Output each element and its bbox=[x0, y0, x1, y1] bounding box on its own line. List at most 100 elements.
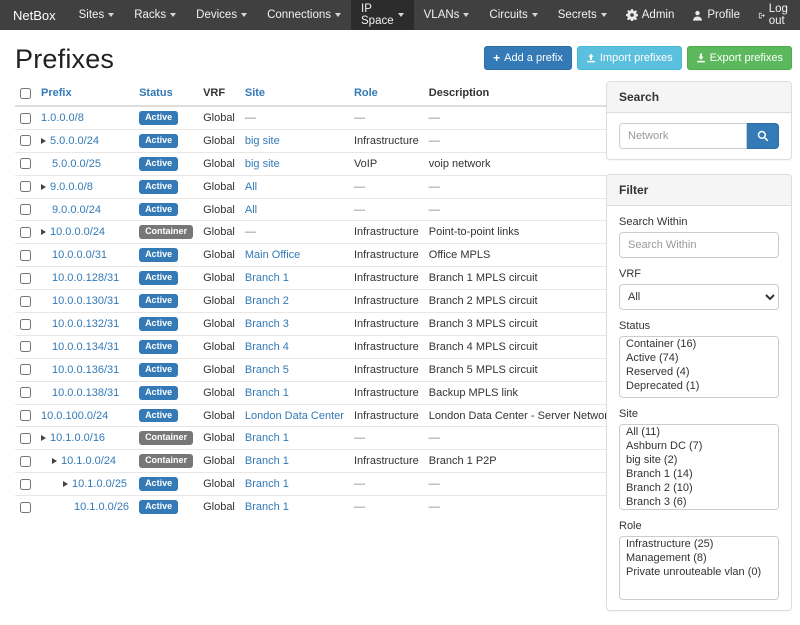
prefix-link[interactable]: 9.0.0.0/8 bbox=[50, 181, 93, 193]
listbox-option[interactable]: Infrastructure (25) bbox=[620, 537, 778, 551]
site-link[interactable]: Branch 4 bbox=[245, 341, 289, 353]
prefix-link[interactable]: 10.0.0.132/31 bbox=[52, 318, 119, 330]
nav-item-connections[interactable]: Connections bbox=[257, 0, 351, 30]
prefix-link[interactable]: 1.0.0.0/8 bbox=[41, 112, 84, 124]
site-link[interactable]: Branch 1 bbox=[245, 272, 289, 284]
site-link[interactable]: Branch 2 bbox=[245, 295, 289, 307]
site-listbox[interactable]: All (11)Ashburn DC (7)big site (2)Branch… bbox=[619, 424, 779, 510]
row-checkbox[interactable] bbox=[20, 227, 31, 238]
listbox-option[interactable]: Branch 2 (10) bbox=[620, 481, 778, 495]
site-link[interactable]: Branch 5 bbox=[245, 364, 289, 376]
row-checkbox[interactable] bbox=[20, 158, 31, 169]
prefix-link[interactable]: 10.1.0.0/24 bbox=[61, 455, 116, 467]
prefix-link[interactable]: 10.0.0.138/31 bbox=[52, 387, 119, 399]
row-checkbox[interactable] bbox=[20, 364, 31, 375]
export-prefixes-button[interactable]: Export prefixes bbox=[687, 46, 792, 70]
prefix-link[interactable]: 9.0.0.0/24 bbox=[52, 204, 101, 216]
role-listbox[interactable]: Infrastructure (25)Management (8)Private… bbox=[619, 536, 779, 600]
prefix-link[interactable]: 10.1.0.0/25 bbox=[72, 478, 127, 490]
search-button[interactable] bbox=[747, 123, 779, 149]
site-link[interactable]: Branch 1 bbox=[245, 387, 289, 399]
nav-item-sites[interactable]: Sites bbox=[69, 0, 125, 30]
site-link[interactable]: All bbox=[245, 204, 257, 216]
site-link[interactable]: big site bbox=[245, 158, 280, 170]
site-link[interactable]: London Data Center bbox=[245, 410, 344, 422]
search-within-input[interactable] bbox=[619, 232, 779, 258]
select-all-checkbox[interactable] bbox=[20, 88, 31, 99]
row-checkbox[interactable] bbox=[20, 135, 31, 146]
site-link[interactable]: big site bbox=[245, 135, 280, 147]
search-input[interactable] bbox=[619, 123, 747, 149]
row-checkbox[interactable] bbox=[20, 319, 31, 330]
prefix-link[interactable]: 5.0.0.0/24 bbox=[50, 135, 99, 147]
nav-item-circuits[interactable]: Circuits bbox=[479, 0, 547, 30]
admin-link[interactable]: Admin bbox=[617, 0, 684, 30]
nav-item-devices[interactable]: Devices bbox=[186, 0, 257, 30]
row-checkbox[interactable] bbox=[20, 387, 31, 398]
prefix-link[interactable]: 10.0.0.128/31 bbox=[52, 272, 119, 284]
listbox-option[interactable]: Branch 4 (12) bbox=[620, 509, 778, 510]
status-listbox[interactable]: Container (16)Active (74)Reserved (4)Dep… bbox=[619, 336, 779, 398]
profile-link[interactable]: Profile bbox=[683, 0, 749, 30]
expand-toggle-icon[interactable] bbox=[41, 229, 46, 235]
listbox-option[interactable]: All (11) bbox=[620, 425, 778, 439]
vrf-value: Global bbox=[198, 427, 240, 450]
nav-item-secrets[interactable]: Secrets bbox=[548, 0, 617, 30]
prefix-link[interactable]: 10.0.0.130/31 bbox=[52, 295, 119, 307]
nav-item-vlans[interactable]: VLANs bbox=[414, 0, 480, 30]
site-link[interactable]: Branch 1 bbox=[245, 478, 289, 490]
listbox-option[interactable]: Ashburn DC (7) bbox=[620, 439, 778, 453]
site-link[interactable]: Branch 1 bbox=[245, 432, 289, 444]
prefix-link[interactable]: 10.0.0.0/24 bbox=[50, 226, 105, 238]
prefix-link[interactable]: 10.0.0.134/31 bbox=[52, 341, 119, 353]
logout-link[interactable]: Log out bbox=[749, 0, 800, 30]
description-value: — bbox=[424, 106, 619, 129]
listbox-option[interactable]: Active (74) bbox=[620, 351, 778, 365]
row-checkbox[interactable] bbox=[20, 113, 31, 124]
expand-toggle-icon[interactable] bbox=[41, 138, 46, 144]
brand-logo[interactable]: NetBox bbox=[0, 0, 69, 30]
prefix-link[interactable]: 10.1.0.0/26 bbox=[74, 501, 129, 513]
expand-toggle-icon[interactable] bbox=[63, 481, 68, 487]
site-link[interactable]: Branch 1 bbox=[245, 455, 289, 467]
listbox-option[interactable]: Container (16) bbox=[620, 337, 778, 351]
site-link[interactable]: Main Office bbox=[245, 249, 300, 261]
listbox-option[interactable]: Management (8) bbox=[620, 551, 778, 565]
import-prefixes-button[interactable]: Import prefixes bbox=[577, 46, 682, 70]
listbox-option[interactable]: Reserved (4) bbox=[620, 365, 778, 379]
sidebar: Search Filter Search Within VRF bbox=[606, 81, 792, 625]
row-checkbox[interactable] bbox=[20, 410, 31, 421]
listbox-option[interactable]: big site (2) bbox=[620, 453, 778, 467]
prefix-link[interactable]: 10.0.100.0/24 bbox=[41, 410, 108, 422]
row-checkbox[interactable] bbox=[20, 273, 31, 284]
empty-value: — bbox=[429, 181, 440, 193]
role-value: — bbox=[349, 198, 424, 221]
prefix-link[interactable]: 10.1.0.0/16 bbox=[50, 432, 105, 444]
expand-toggle-icon[interactable] bbox=[52, 458, 57, 464]
add-prefix-button[interactable]: + Add a prefix bbox=[484, 46, 572, 70]
listbox-option[interactable]: Private unrouteable vlan (0) bbox=[620, 565, 778, 579]
row-checkbox[interactable] bbox=[20, 502, 31, 513]
row-checkbox[interactable] bbox=[20, 250, 31, 261]
row-checkbox[interactable] bbox=[20, 479, 31, 490]
site-link[interactable]: All bbox=[245, 181, 257, 193]
prefix-link[interactable]: 10.0.0.136/31 bbox=[52, 364, 119, 376]
row-checkbox[interactable] bbox=[20, 341, 31, 352]
row-checkbox[interactable] bbox=[20, 296, 31, 307]
row-checkbox[interactable] bbox=[20, 204, 31, 215]
nav-item-racks[interactable]: Racks bbox=[124, 0, 186, 30]
listbox-option[interactable]: Deprecated (1) bbox=[620, 379, 778, 393]
site-link[interactable]: Branch 3 bbox=[245, 318, 289, 330]
row-checkbox[interactable] bbox=[20, 456, 31, 467]
site-link[interactable]: Branch 1 bbox=[245, 501, 289, 513]
listbox-option[interactable]: Branch 3 (6) bbox=[620, 495, 778, 509]
nav-item-ip-space[interactable]: IP Space bbox=[351, 0, 414, 30]
prefix-link[interactable]: 10.0.0.0/31 bbox=[52, 249, 107, 261]
row-checkbox[interactable] bbox=[20, 433, 31, 444]
expand-toggle-icon[interactable] bbox=[41, 435, 46, 441]
expand-toggle-icon[interactable] bbox=[41, 184, 46, 190]
row-checkbox[interactable] bbox=[20, 181, 31, 192]
vrf-select[interactable]: All bbox=[619, 284, 779, 310]
prefix-link[interactable]: 5.0.0.0/25 bbox=[52, 158, 101, 170]
listbox-option[interactable]: Branch 1 (14) bbox=[620, 467, 778, 481]
